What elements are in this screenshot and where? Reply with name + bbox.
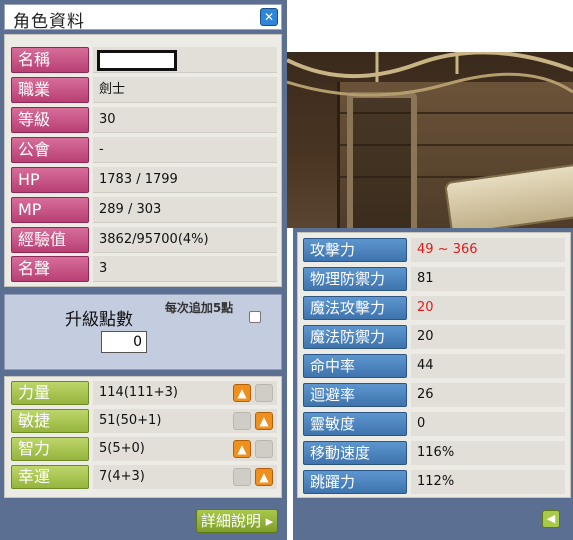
- info-row-exp: 經驗值 3862/95700(4%): [11, 227, 277, 253]
- attr-label: 命中率: [303, 354, 407, 378]
- details-button-label: 詳細說明: [200, 512, 261, 530]
- chevron-right-icon: ▸: [265, 512, 274, 530]
- int-up-button[interactable]: ▲: [233, 440, 251, 458]
- detailed-stats-window: 攻擊力 49 ~ 366 物理防禦力 81 魔法攻擊力 20 魔法防禦力 20 …: [293, 228, 573, 540]
- attr-label: 魔法防禦力: [303, 325, 407, 349]
- close-button[interactable]: ✕: [260, 8, 278, 26]
- attr-value: 20: [411, 296, 565, 320]
- attr-value: 26: [411, 383, 565, 407]
- attr-value: 116%: [411, 441, 565, 465]
- disabled-slot: [233, 468, 251, 486]
- arrow-up-icon: ▲: [237, 386, 247, 400]
- info-label: MP: [11, 197, 89, 223]
- info-row-name: 名稱: [11, 47, 277, 73]
- arrow-left-icon: ◀: [546, 512, 556, 525]
- basic-info-section: 名稱 職業 劍士 等級 30 公會 - HP 1783 / 1799 MP 28…: [4, 34, 282, 287]
- attr-label: 魔法攻擊力: [303, 296, 407, 320]
- info-row-hp: HP 1783 / 1799: [11, 167, 277, 193]
- attr-value: 0: [411, 412, 565, 436]
- attr-row-magic-attack: 魔法攻擊力 20: [303, 296, 565, 320]
- attr-row-magic-def: 魔法防禦力 20: [303, 325, 565, 349]
- info-row-mp: MP 289 / 303: [11, 197, 277, 223]
- attr-label: 跳躍力: [303, 470, 407, 494]
- info-value: -: [93, 137, 277, 163]
- game-background-scene: [287, 52, 573, 228]
- attr-row-jump: 跳躍力 112%: [303, 470, 565, 494]
- attr-value: 20: [411, 325, 565, 349]
- attr-value: 44: [411, 354, 565, 378]
- auto-assign-checkbox[interactable]: [249, 311, 261, 323]
- attr-row-avoidability: 迴避率 26: [303, 383, 565, 407]
- attr-row-attack: 攻擊力 49 ~ 366: [303, 238, 565, 262]
- door-frame: [347, 92, 417, 228]
- info-label: 經驗值: [11, 227, 89, 253]
- disabled-slot: [255, 384, 273, 402]
- info-value: 3862/95700(4%): [93, 227, 277, 253]
- stat-label: 智力: [11, 437, 89, 461]
- attr-label: 靈敏度: [303, 412, 407, 436]
- stats-section: 力量 114(111+3) ▲ 敏捷 51(50+1) ▲ 智力 5(5+0) …: [4, 376, 282, 498]
- info-row-guild: 公會 -: [11, 137, 277, 163]
- arrow-up-icon: ▲: [259, 414, 269, 428]
- stat-row-luk: 幸運 7(4+3) ▲: [11, 465, 277, 489]
- info-label: 名稱: [11, 47, 89, 73]
- info-label: 公會: [11, 137, 89, 163]
- attr-value: 112%: [411, 470, 565, 494]
- ability-points-label: 升級點數: [65, 310, 133, 330]
- stat-label: 敏捷: [11, 409, 89, 433]
- detailed-stats-section: 攻擊力 49 ~ 366 物理防禦力 81 魔法攻擊力 20 魔法防禦力 20 …: [297, 232, 571, 498]
- disabled-slot: [255, 440, 273, 458]
- info-label: 等級: [11, 107, 89, 133]
- stat-row-str: 力量 114(111+3) ▲: [11, 381, 277, 405]
- info-value: 289 / 303: [93, 197, 277, 223]
- disabled-slot: [233, 412, 251, 430]
- info-value: 30: [93, 107, 277, 133]
- attr-label: 攻擊力: [303, 238, 407, 262]
- info-row-fame: 名聲 3: [11, 256, 277, 282]
- attr-row-accuracy: 命中率 44: [303, 354, 565, 378]
- character-info-window: 角色資料 ✕ 名稱 職業 劍士 等級 30 公會 - HP 1783 / 179…: [0, 0, 287, 540]
- attr-label: 物理防禦力: [303, 267, 407, 291]
- stat-row-dex: 敏捷 51(50+1) ▲: [11, 409, 277, 433]
- arrow-up-icon: ▲: [237, 442, 247, 456]
- stat-row-int: 智力 5(5+0) ▲: [11, 437, 277, 461]
- stat-label: 幸運: [11, 465, 89, 489]
- ability-points-field: 0: [101, 331, 147, 353]
- collapse-button[interactable]: ◀: [542, 510, 560, 528]
- ability-points-section: 升級點數 0 每次追加5點: [4, 294, 282, 370]
- info-value: 3: [93, 256, 277, 282]
- info-value: 1783 / 1799: [93, 167, 277, 193]
- info-row-job: 職業 劍士: [11, 77, 277, 103]
- stat-label: 力量: [11, 381, 89, 405]
- attr-label: 移動速度: [303, 441, 407, 465]
- info-label: 名聲: [11, 256, 89, 282]
- info-label: HP: [11, 167, 89, 193]
- arrow-up-icon: ▲: [259, 470, 269, 484]
- attr-value: 81: [411, 267, 565, 291]
- close-icon: ✕: [263, 10, 275, 24]
- attr-row-hands: 靈敏度 0: [303, 412, 565, 436]
- attr-value: 49 ~ 366: [411, 238, 565, 262]
- attr-row-speed: 移動速度 116%: [303, 441, 565, 465]
- rope-decoration: [287, 52, 573, 97]
- info-value: 劍士: [93, 77, 277, 103]
- details-button[interactable]: 詳細說明 ▸: [196, 509, 278, 533]
- str-up-button[interactable]: ▲: [233, 384, 251, 402]
- window-title: 角色資料: [13, 12, 85, 32]
- attr-label: 迴避率: [303, 383, 407, 407]
- info-label: 職業: [11, 77, 89, 103]
- info-row-level: 等級 30: [11, 107, 277, 133]
- luk-up-button[interactable]: ▲: [255, 468, 273, 486]
- name-redacted-box: [97, 50, 177, 71]
- dex-up-button[interactable]: ▲: [255, 412, 273, 430]
- title-bar[interactable]: 角色資料 ✕: [4, 4, 282, 32]
- attr-row-weapon-def: 物理防禦力 81: [303, 267, 565, 291]
- auto-assign-label: 每次追加5點: [164, 301, 234, 315]
